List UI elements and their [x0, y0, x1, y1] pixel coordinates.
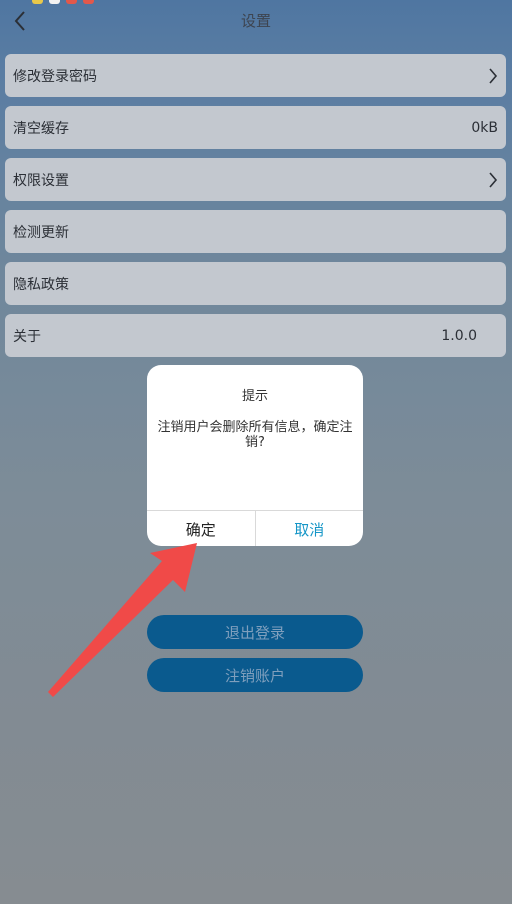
- confirm-button[interactable]: 确定: [147, 511, 256, 546]
- settings-item-label: 修改登录密码: [13, 68, 97, 85]
- settings-item-label: 权限设置: [13, 172, 69, 189]
- settings-item-clear-cache[interactable]: 清空缓存 0kB: [5, 106, 506, 149]
- dialog-actions: 确定 取消: [147, 510, 363, 546]
- settings-item-label: 隐私政策: [13, 276, 69, 293]
- confirm-dialog: 提示 注销用户会删除所有信息，确定注销? 确定 取消: [147, 365, 363, 546]
- settings-item-label: 清空缓存: [13, 120, 69, 137]
- settings-item-check-update[interactable]: 检测更新: [5, 210, 506, 253]
- deregister-account-button[interactable]: 注销账户: [147, 658, 363, 692]
- cache-size-value: 0kB: [471, 119, 498, 136]
- chevron-right-icon: [488, 171, 498, 189]
- chevron-right-icon: [488, 67, 498, 85]
- dialog-message: 注销用户会删除所有信息，确定注销?: [157, 420, 353, 450]
- settings-item-change-password[interactable]: 修改登录密码: [5, 54, 506, 97]
- settings-item-label: 检测更新: [13, 224, 69, 241]
- version-value: 1.0.0: [441, 327, 477, 344]
- settings-item-permissions[interactable]: 权限设置: [5, 158, 506, 201]
- settings-item-privacy-policy[interactable]: 隐私政策: [5, 262, 506, 305]
- settings-list: 修改登录密码 清空缓存 0kB 权限设置 检测更新 隐私政策 关于 1.0.0: [5, 54, 506, 366]
- header: 设置: [0, 0, 512, 42]
- logout-button[interactable]: 退出登录: [147, 615, 363, 649]
- dialog-title: 提示: [241, 389, 268, 404]
- cancel-button[interactable]: 取消: [256, 511, 364, 546]
- settings-item-about[interactable]: 关于 1.0.0: [5, 314, 506, 357]
- page-title: 设置: [240, 12, 271, 30]
- settings-item-label: 关于: [13, 328, 41, 345]
